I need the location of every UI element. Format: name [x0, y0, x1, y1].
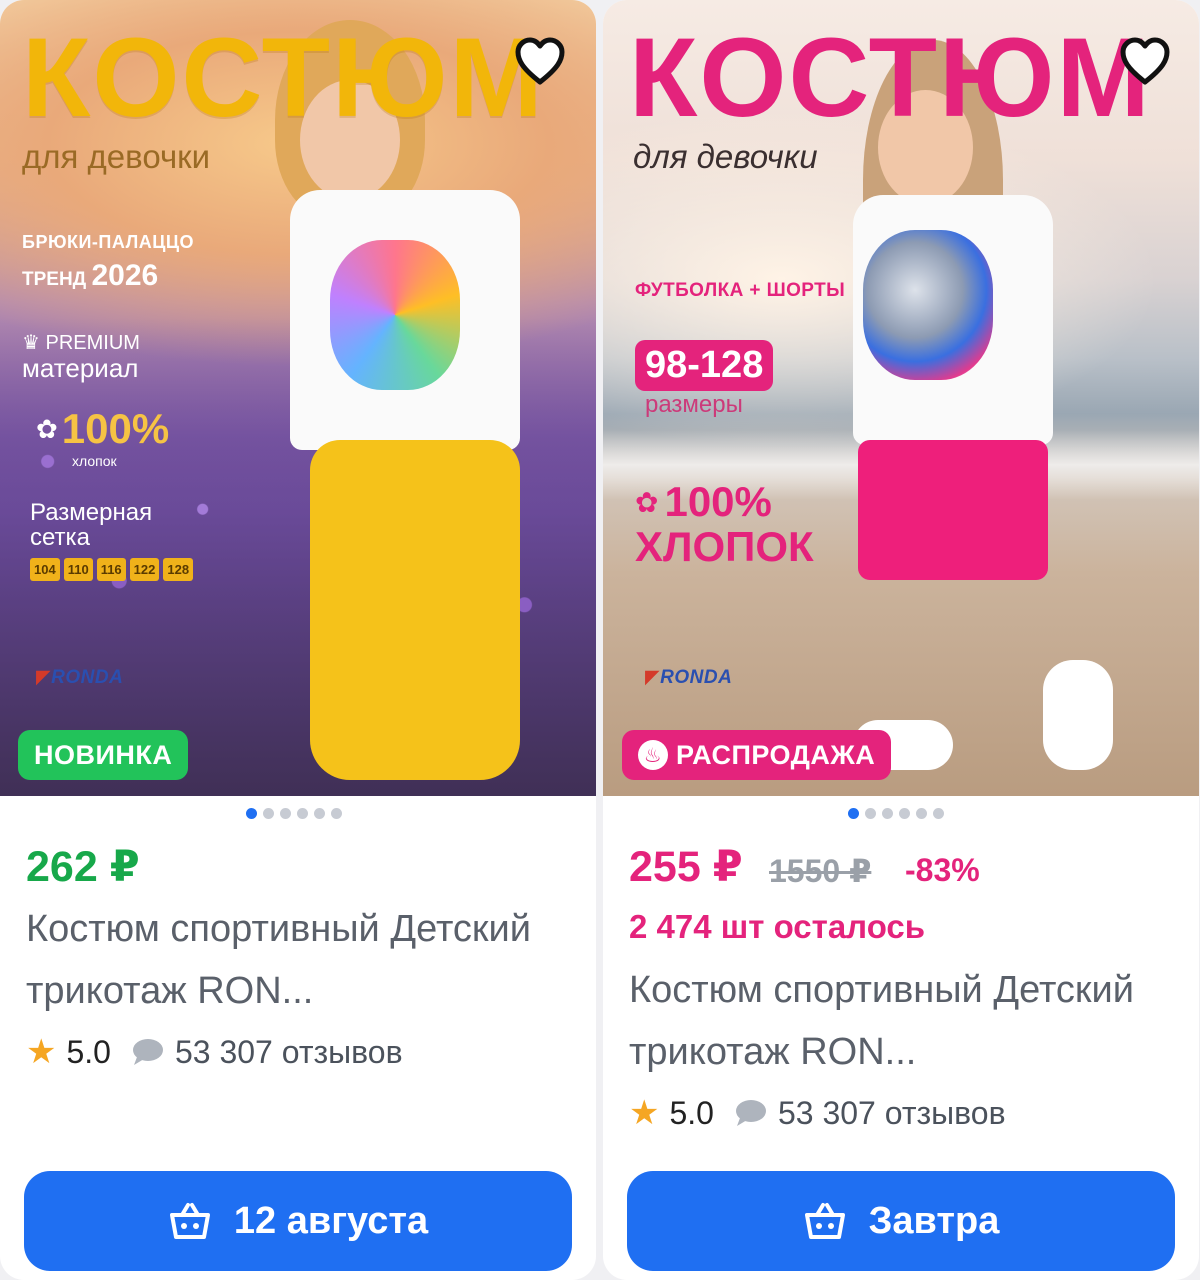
cotton-flower-icon: ✿: [635, 486, 659, 518]
promo-line: БРЮКИ-ПАЛАЦЦО ТРЕНД 2026: [22, 232, 194, 293]
comment-icon: [132, 1039, 163, 1065]
trend-label: ТРЕНД 2026: [22, 259, 194, 293]
price: 255 ₽: [629, 843, 743, 891]
size-grid-label: Размерная: [30, 499, 153, 526]
image-subtitle: для девочки: [22, 138, 211, 175]
image-title: КОСТЮМ: [629, 15, 1152, 140]
style-label: БРЮКИ-ПАЛАЦЦО: [22, 232, 195, 252]
image-subtitle: для девочки: [633, 138, 818, 175]
crown-icon: ♛: [22, 332, 40, 354]
size-chip: 104: [30, 558, 60, 582]
rating-row: ★ 5.0 53 307 отзывов: [629, 1093, 1006, 1133]
image-title: КОСТЮМ: [22, 15, 545, 140]
basket-icon: [804, 1203, 845, 1239]
size-range-block: 98-128 размеры: [635, 340, 774, 419]
size-chip: 122: [129, 558, 160, 582]
size-chip: 116: [96, 558, 126, 582]
cotton-percent: 100%: [664, 478, 772, 525]
fire-icon: ♨: [638, 740, 668, 770]
brand-logo: ◤RONDA: [36, 667, 124, 688]
product-card-1[interactable]: КОСТЮМ для девочки БРЮКИ-ПАЛАЦЦО ТРЕНД 2…: [0, 0, 596, 1280]
size-grid-label-2: сетка: [30, 524, 90, 552]
trend-year: 2026: [91, 259, 159, 292]
discount-label: -83%: [905, 852, 980, 888]
basket-icon: [169, 1203, 210, 1239]
sizes-label: размеры: [645, 391, 743, 418]
set-label: ФУТБОЛКА + ШОРТЫ: [635, 280, 846, 301]
comment-icon: [735, 1100, 766, 1126]
brand-logo: ◤RONDA: [645, 667, 733, 688]
product-card-2[interactable]: КОСТЮМ для девочки ФУТБОЛКА + ШОРТЫ 98-1…: [603, 0, 1199, 1280]
product-image[interactable]: КОСТЮМ для девочки БРЮКИ-ПАЛАЦЦО ТРЕНД 2…: [0, 0, 596, 796]
reviews-count[interactable]: 53 307 отзывов: [778, 1095, 1006, 1132]
rating-value: 5.0: [669, 1094, 714, 1131]
image-pagination[interactable]: [246, 808, 342, 819]
badge-label: НОВИНКА: [34, 739, 173, 770]
set-label-block: ФУТБОЛКА + ШОРТЫ: [635, 280, 845, 302]
cotton-percent: 100%: [61, 405, 170, 452]
product-image[interactable]: КОСТЮМ для девочки ФУТБОЛКА + ШОРТЫ 98-1…: [603, 0, 1199, 796]
stock-remaining: 2 474 шт осталось: [629, 908, 926, 945]
heart-icon[interactable]: [512, 34, 568, 90]
star-icon: ★: [629, 1094, 660, 1132]
size-chip: 128: [163, 558, 194, 582]
heart-icon[interactable]: [1117, 34, 1173, 90]
badge-label: РАСПРОДАЖА: [676, 739, 876, 770]
cotton-label: хлопок: [72, 453, 117, 469]
image-pagination[interactable]: [848, 808, 944, 819]
sale-badge: ♨ РАСПРОДАЖА: [622, 730, 892, 780]
premium-label: PREMIUM: [45, 332, 140, 354]
rating-value: 5.0: [66, 1033, 111, 1070]
trend-text: ТРЕНД: [22, 269, 87, 290]
size-range: 98-128: [635, 340, 774, 391]
product-name[interactable]: Костюм спортивный Детский трикотаж RON..…: [26, 898, 566, 1022]
new-badge: НОВИНКА: [18, 730, 189, 780]
premium-block: ♛ PREMIUM материал: [22, 330, 140, 381]
rating-row: ★ 5.0 53 307 отзывов: [26, 1032, 403, 1072]
price: 262 ₽: [26, 843, 140, 891]
add-to-cart-button[interactable]: 12 августа: [24, 1171, 572, 1271]
old-price: 1550 ₽: [769, 853, 872, 889]
cotton-block: ✿ 100% ХЛОПОК: [635, 478, 814, 568]
cotton-block: ✿ 100% хлопок: [36, 405, 169, 469]
cotton-label: ХЛОПОК: [635, 523, 814, 570]
size-chip: 110: [63, 558, 93, 582]
delivery-date: Завтра: [868, 1199, 1000, 1242]
cotton-flower-icon: ✿: [36, 413, 58, 444]
child-model-figure: [833, 40, 1173, 790]
reviews-count[interactable]: 53 307 отзывов: [175, 1034, 403, 1071]
material-label: материал: [22, 353, 139, 383]
product-name[interactable]: Костюм спортивный Детский трикотаж RON..…: [629, 959, 1169, 1083]
star-icon: ★: [26, 1033, 57, 1071]
add-to-cart-button[interactable]: Завтра: [627, 1171, 1175, 1271]
size-chips: 104 110 116 122 128: [30, 558, 194, 582]
size-grid-block: Размерная сетка 104 110 116 122 128: [30, 499, 194, 582]
delivery-date: 12 августа: [233, 1199, 429, 1242]
